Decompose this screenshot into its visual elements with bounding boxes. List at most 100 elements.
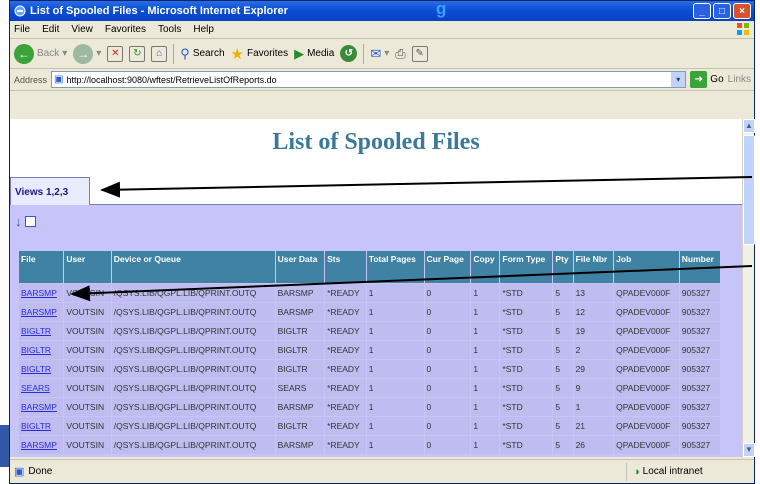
media-button[interactable]: ▶ Media [294, 46, 334, 62]
scroll-down-icon[interactable]: ▼ [743, 443, 755, 457]
table-row: BIGLTR VOUTSIN/QSYS.LIB/QGPL.LIB/QPRINT.O… [19, 360, 720, 378]
table-cell: 5 [553, 436, 573, 454]
table-cell: BIGLTR [275, 322, 325, 340]
table-cell: 13 [573, 284, 614, 302]
table-cell: QPADEV000F [614, 322, 679, 340]
menu-file[interactable]: File [14, 24, 30, 35]
menu-edit[interactable]: Edit [42, 24, 59, 35]
scroll-up-icon[interactable]: ▲ [743, 119, 755, 133]
menu-favorites[interactable]: Favorites [105, 24, 146, 35]
file-link[interactable]: BARSMP [19, 436, 64, 454]
window-title: List of Spooled Files - Microsoft Intern… [30, 5, 288, 17]
table-cell: 1 [471, 303, 500, 321]
table-cell: 0 [424, 322, 471, 340]
table-cell: 1 [471, 360, 500, 378]
file-link[interactable]: BIGLTR [19, 360, 64, 378]
table-cell: VOUTSIN [64, 341, 111, 359]
mail-button[interactable]: ✉ ▾ [370, 46, 389, 62]
table-cell: 1 [366, 360, 424, 378]
vertical-scrollbar[interactable]: ▲ ▼ [742, 119, 755, 457]
print-icon: ⎙ [395, 45, 406, 61]
home-button[interactable]: ⌂ [151, 45, 168, 62]
minimize-button[interactable]: _ [693, 3, 711, 19]
table-cell: 5 [553, 284, 573, 302]
media-label: Media [307, 48, 335, 59]
table-cell: *STD [500, 322, 553, 340]
menu-help[interactable]: Help [193, 24, 214, 35]
table-cell: 1 [471, 284, 500, 302]
search-button[interactable]: ⚲ Search [180, 46, 224, 62]
table-cell: 0 [424, 341, 471, 359]
sort-down-icon[interactable]: ↓ [15, 214, 22, 229]
table-cell: 0 [424, 360, 471, 378]
links-label[interactable]: Links [728, 74, 754, 85]
file-link[interactable]: BARSMP [19, 284, 64, 302]
table-cell: *READY [325, 284, 366, 302]
maximize-button[interactable]: □ [713, 3, 731, 19]
table-cell: QPADEV000F [614, 398, 679, 416]
table-cell: 1 [471, 436, 500, 454]
menu-tools[interactable]: Tools [158, 24, 181, 35]
table-cell: VOUTSIN [64, 398, 111, 416]
table-cell: 19 [573, 322, 614, 340]
forward-arrow-icon: → [73, 43, 94, 64]
table-cell: *READY [325, 303, 366, 321]
table-cell: BARSMP [275, 398, 325, 416]
table-cell: 5 [553, 322, 573, 340]
menu-view[interactable]: View [71, 24, 93, 35]
file-link[interactable]: BIGLTR [19, 417, 64, 435]
forward-button[interactable]: → ▾ [73, 43, 101, 64]
favorites-button[interactable]: ★ Favorites [231, 45, 289, 63]
table-cell: 1 [471, 417, 500, 435]
table-cell: 1 [366, 284, 424, 302]
print-button[interactable]: ⎙ [395, 46, 405, 62]
table-cell: 5 [553, 360, 573, 378]
search-icon: ⚲ [180, 45, 190, 61]
column-header: Cur Page [424, 251, 471, 283]
go-arrow-icon: ➔ [690, 71, 708, 88]
file-link[interactable]: BIGLTR [19, 322, 64, 340]
table-cell: 5 [553, 398, 573, 416]
column-header: Total Pages [366, 251, 424, 283]
address-label: Address [14, 74, 48, 85]
table-cell: BIGLTR [275, 417, 325, 435]
tab-views[interactable]: Views 1,2,3 [10, 177, 90, 205]
refresh-button[interactable]: ↻ [129, 45, 146, 62]
go-button[interactable]: ➔ Go [690, 71, 724, 88]
edit-button[interactable]: ✎ [411, 45, 428, 62]
table-cell: 0 [424, 417, 471, 435]
table-cell: VOUTSIN [64, 379, 111, 397]
history-button[interactable]: ↺ [340, 45, 358, 62]
file-link[interactable]: SEARS [19, 379, 64, 397]
scroll-thumb[interactable] [743, 135, 755, 245]
mail-dropdown-icon: ▾ [384, 48, 390, 59]
column-header: User [64, 251, 111, 283]
file-link[interactable]: BARSMP [19, 398, 64, 416]
column-header: Form Type [500, 251, 553, 283]
table-cell: BIGLTR [275, 360, 325, 378]
table-cell: VOUTSIN [64, 360, 111, 378]
address-input[interactable]: ▣ http://localhost:9080/wftest/RetrieveL… [51, 71, 687, 88]
table-cell: *READY [325, 379, 366, 397]
file-link[interactable]: BARSMP [19, 303, 64, 321]
address-dropdown-icon[interactable]: ▾ [671, 72, 686, 87]
slide-right-margin [755, 0, 760, 484]
table-cell: 905327 [679, 379, 720, 397]
table-cell: 12 [573, 303, 614, 321]
table-cell: 905327 [679, 436, 720, 454]
table-cell: SEARS [275, 379, 325, 397]
select-box-icon[interactable] [24, 216, 36, 227]
file-link[interactable]: BIGLTR [19, 341, 64, 359]
column-header: Device or Queue [111, 251, 275, 283]
table-cell: 1 [366, 303, 424, 321]
table-cell: 29 [573, 360, 614, 378]
table-cell: 5 [553, 417, 573, 435]
table-row: BARSMP VOUTSIN/QSYS.LIB/QGPL.LIB/QPRINT.O… [19, 303, 720, 321]
table-cell: VOUTSIN [64, 322, 111, 340]
table-cell: 905327 [679, 303, 720, 321]
back-button[interactable]: ← Back ▾ [14, 43, 67, 64]
table-cell: 0 [424, 398, 471, 416]
close-button[interactable]: × [733, 3, 751, 19]
stop-button[interactable]: ✕ [107, 45, 124, 62]
toolbar-separator [363, 43, 365, 64]
